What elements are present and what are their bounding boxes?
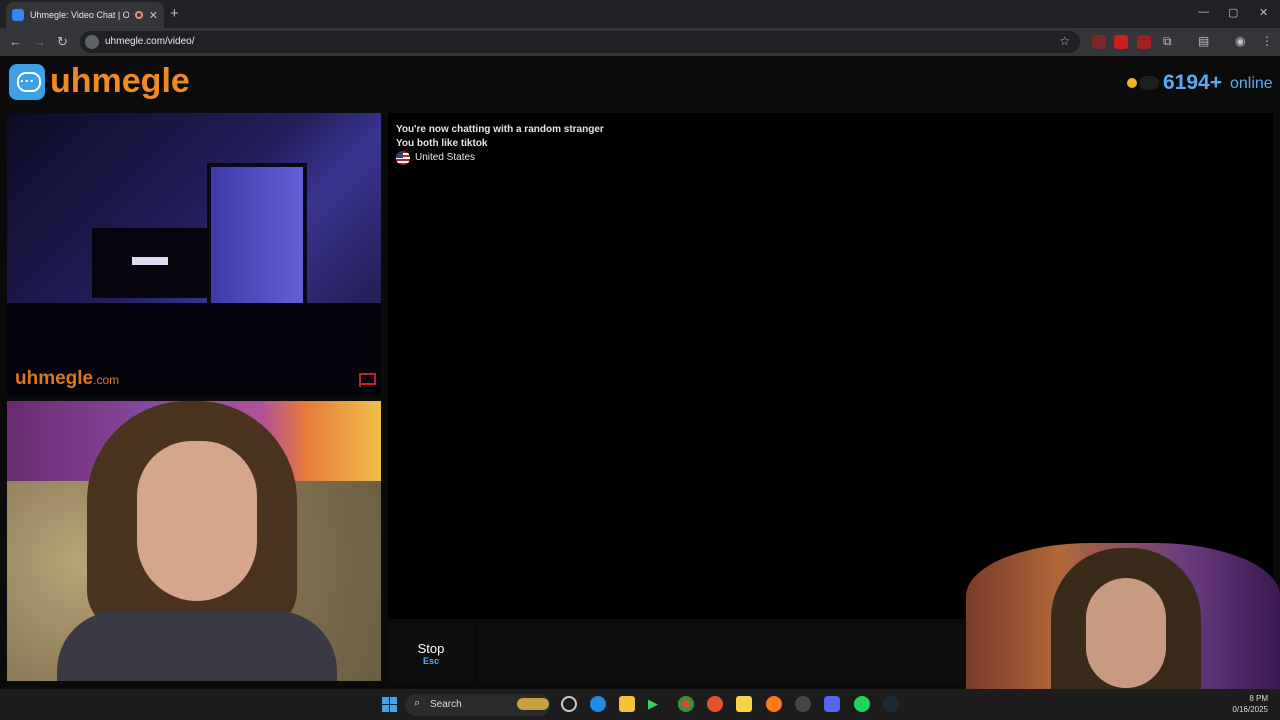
video-watermark: uhmegle.com — [15, 368, 120, 389]
chat-bubble-logo-icon[interactable] — [9, 64, 45, 100]
stop-button-label: Stop — [417, 641, 445, 656]
restore-button[interactable]: ▢ — [1228, 6, 1238, 19]
edge-icon[interactable] — [590, 696, 606, 712]
recording-icon — [134, 11, 143, 19]
us-flag-icon — [396, 151, 410, 165]
extension-icon[interactable] — [1092, 35, 1106, 49]
firefox-icon[interactable] — [766, 696, 782, 712]
profile-icon[interactable]: ◉ — [1235, 34, 1245, 48]
youtube-extension-icon[interactable] — [1114, 35, 1128, 49]
browser-toolbar: ← → ↻ uhmegle.com/video/ ☆ ⧉ ▤ ◉ ⋮ — [0, 28, 1280, 56]
address-url: uhmegle.com/video/ — [105, 36, 195, 47]
spotify-icon[interactable] — [854, 696, 870, 712]
extension-icon[interactable] — [1137, 35, 1151, 49]
tab-title: Uhmegle: Video Chat | Ome — [30, 10, 129, 20]
app-icon[interactable] — [561, 696, 577, 712]
search-icon: ⌕ — [414, 697, 421, 709]
video-scene-door — [207, 163, 307, 313]
windows-start-icon[interactable] — [382, 697, 397, 712]
steam-icon[interactable] — [883, 696, 899, 712]
file-explorer-icon[interactable] — [619, 696, 635, 712]
theme-toggle[interactable] — [1139, 76, 1159, 90]
back-arrow-icon[interactable]: ← — [9, 34, 22, 49]
windows-taskbar: ⌕ Search ▶ 8 PM 0/16/2025 — [0, 689, 1280, 720]
reload-icon[interactable]: ↻ — [57, 34, 68, 50]
chrome-icon[interactable] — [678, 696, 694, 712]
stranger-video: uhmegle.com — [7, 113, 381, 396]
menu-kebab-icon[interactable]: ⋮ — [1261, 34, 1273, 48]
forward-arrow-icon[interactable]: → — [33, 34, 46, 49]
side-panel-icon[interactable]: ▤ — [1198, 34, 1209, 48]
extensions-puzzle-icon[interactable]: ⧉ — [1163, 34, 1172, 49]
site-header: uhmegle 6194+ online — [0, 56, 1280, 110]
sticky-notes-icon[interactable] — [736, 696, 752, 712]
media-player-icon[interactable]: ▶ — [648, 696, 664, 712]
site-favicon-icon — [12, 9, 24, 21]
stop-shortcut-key: Esc — [422, 656, 439, 666]
close-tab-icon[interactable]: ✕ — [149, 9, 158, 22]
clock-date: 0/16/2025 — [1232, 705, 1268, 714]
chat-interest-message: You both like tiktok — [396, 138, 488, 149]
minimize-button[interactable]: — — [1198, 6, 1209, 18]
site-info-icon[interactable] — [85, 35, 99, 49]
taskbar-search-label: Search — [430, 699, 462, 710]
bookmark-star-icon[interactable]: ☆ — [1059, 34, 1070, 48]
online-count: 6194+ — [1163, 71, 1222, 94]
report-flag-icon[interactable] — [359, 373, 376, 387]
chat-system-message: You're now chatting with a random strang… — [396, 124, 604, 135]
weather-widget-icon[interactable] — [517, 698, 549, 710]
system-clock[interactable]: 8 PM 0/16/2025 — [1228, 693, 1268, 715]
discord-icon[interactable] — [824, 696, 840, 712]
site-logo[interactable]: uhmegle — [50, 62, 190, 101]
browser-tab[interactable]: Uhmegle: Video Chat | Ome ✕ — [6, 2, 164, 28]
overlay-person-face — [1086, 578, 1166, 688]
video-scene-light — [132, 257, 168, 265]
close-window-button[interactable]: ✕ — [1259, 6, 1268, 19]
video-person-face — [137, 441, 257, 601]
self-video — [7, 401, 381, 681]
video-person-shirt — [57, 611, 337, 681]
stranger-country: United States — [415, 152, 476, 163]
new-tab-button[interactable]: + — [170, 5, 179, 22]
online-label: online — [1230, 75, 1273, 92]
clock-time: 8 PM — [1249, 694, 1268, 703]
status-dot-icon — [1127, 78, 1137, 88]
address-bar[interactable]: uhmegle.com/video/ ☆ — [80, 31, 1080, 53]
stop-button[interactable]: Stop Esc — [388, 624, 474, 682]
app-icon[interactable] — [707, 696, 723, 712]
app-icon[interactable] — [795, 696, 811, 712]
browser-tab-bar: Uhmegle: Video Chat | Ome ✕ + — ▢ ✕ — [0, 0, 1280, 28]
